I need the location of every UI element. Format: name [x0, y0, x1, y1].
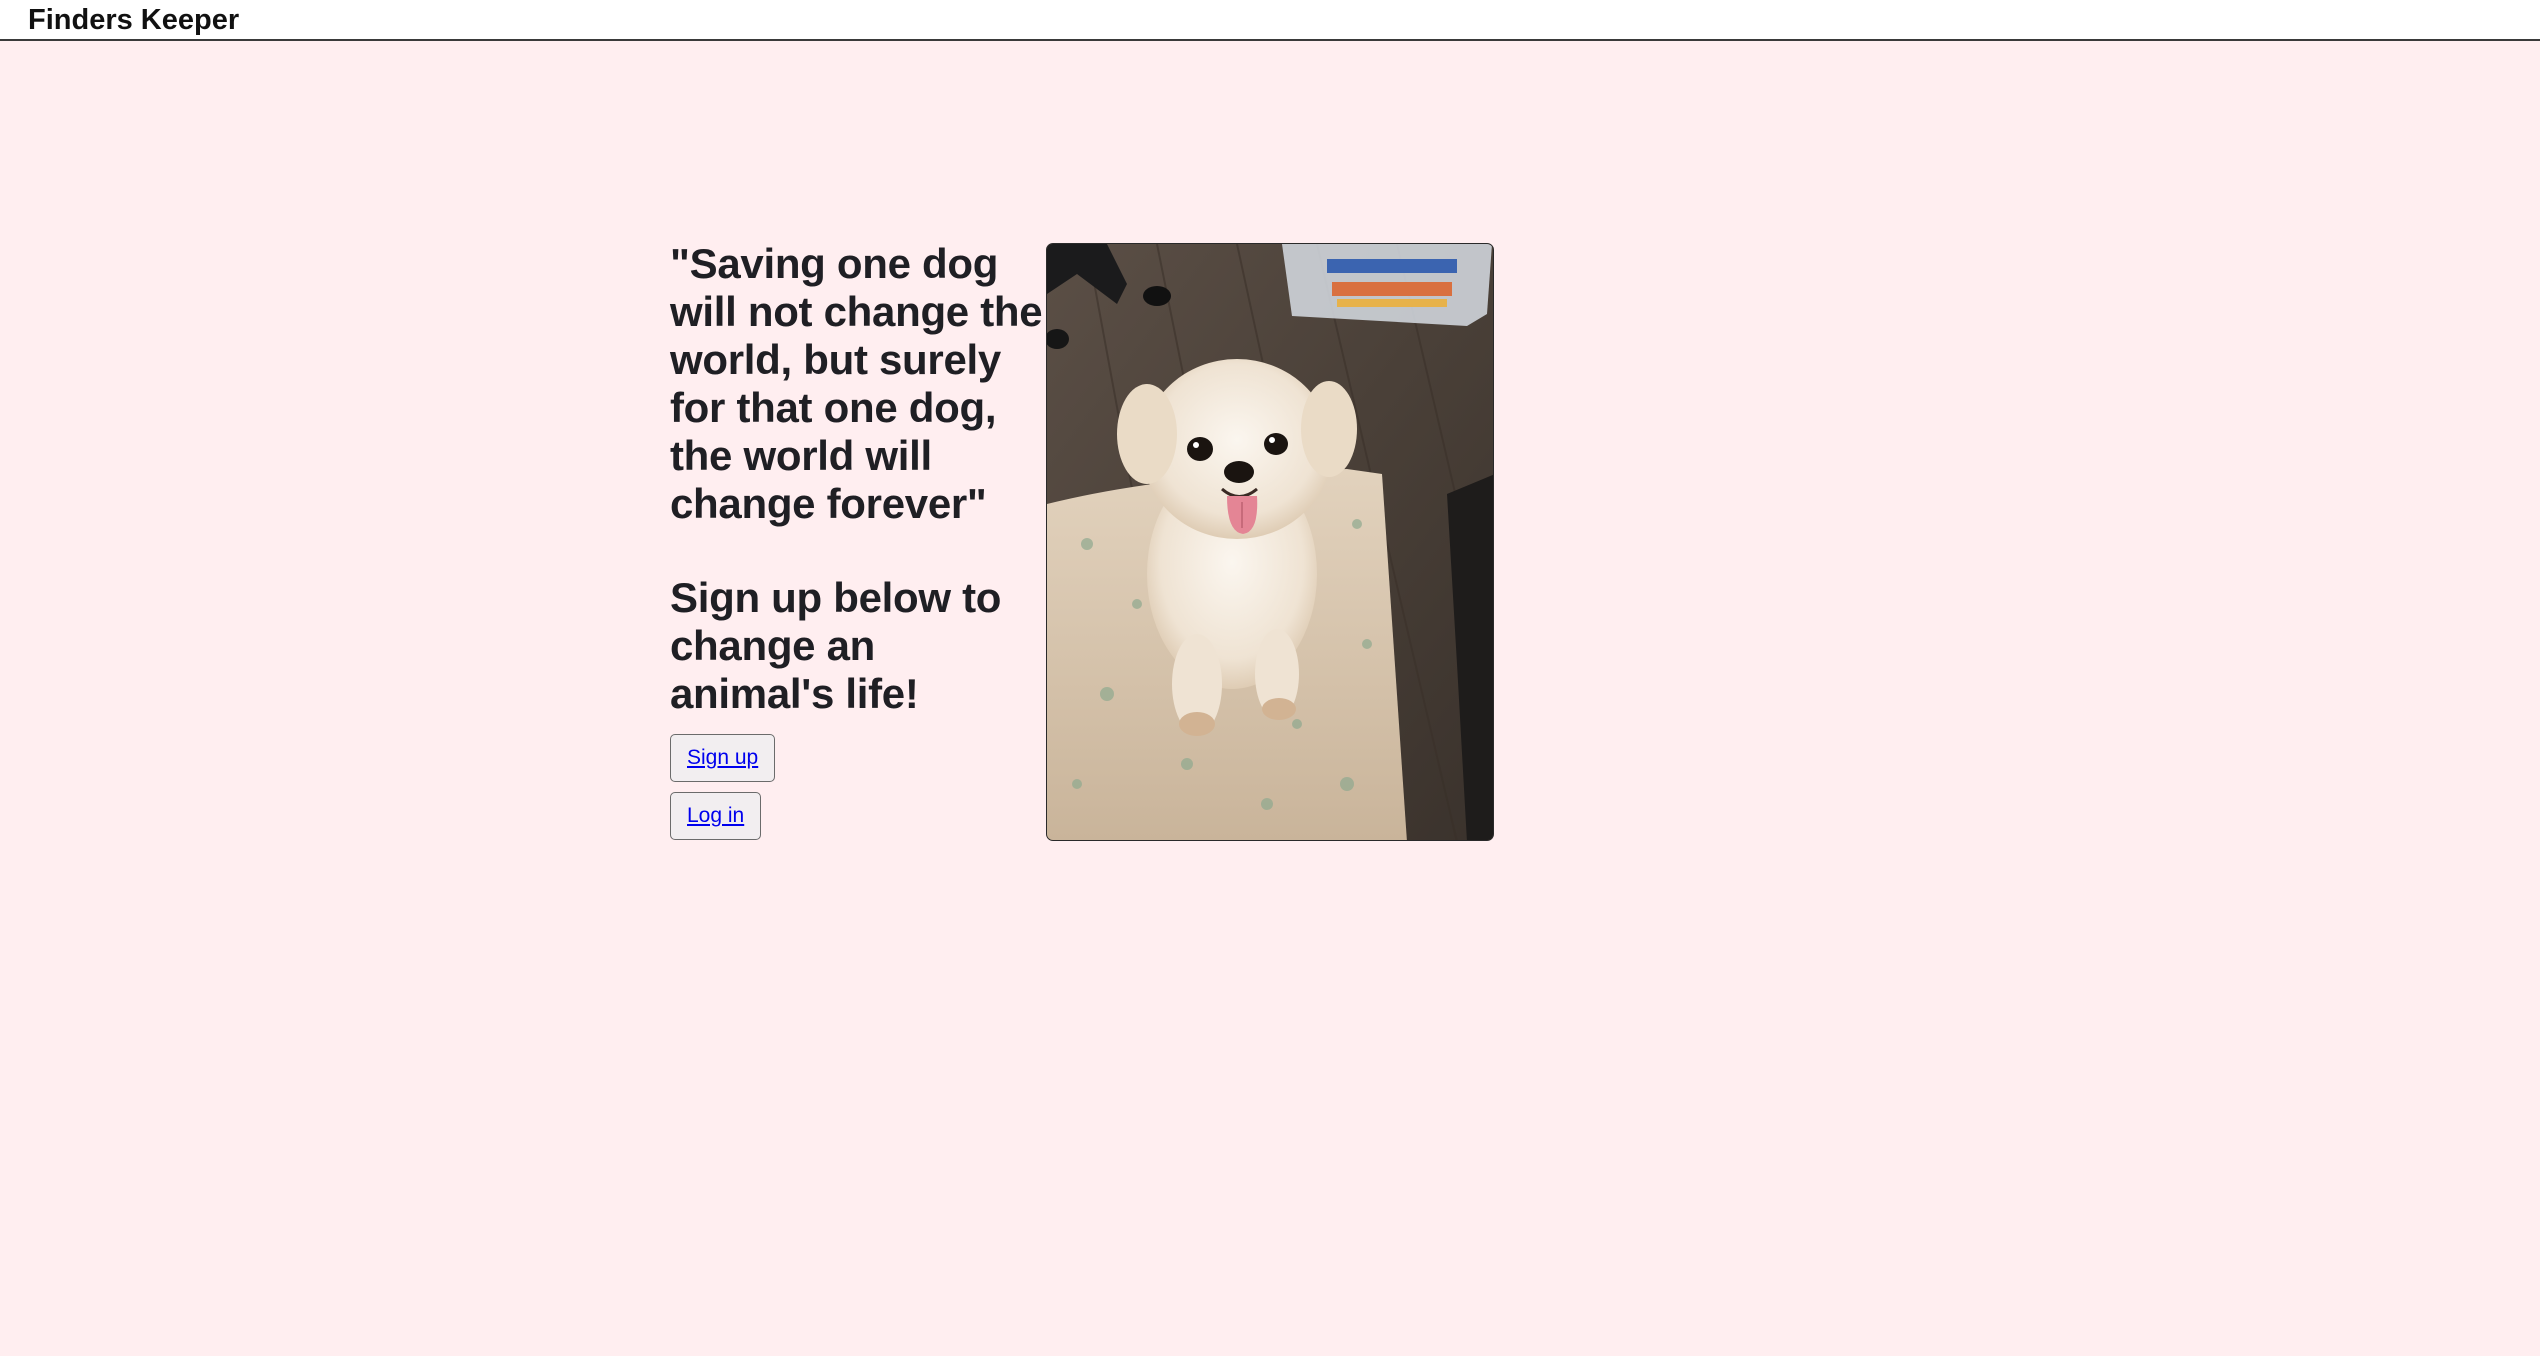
- top-navbar: Finders Keeper: [0, 0, 2540, 41]
- dog-photo: [1046, 243, 1494, 841]
- brand-logo-text[interactable]: Finders Keeper: [28, 3, 239, 37]
- dog-photo-illustration: [1047, 244, 1493, 840]
- hero-quote: "Saving one dog will not change the worl…: [670, 240, 1043, 527]
- login-button[interactable]: Log in: [670, 792, 762, 840]
- signup-button[interactable]: Sign up: [670, 734, 776, 782]
- hero-text-column: "Saving one dog will not change the worl…: [670, 240, 1045, 840]
- signup-call-to-action: Sign up below to change an animal's life…: [670, 574, 1002, 717]
- hero-section: "Saving one dog will not change the worl…: [670, 240, 1500, 850]
